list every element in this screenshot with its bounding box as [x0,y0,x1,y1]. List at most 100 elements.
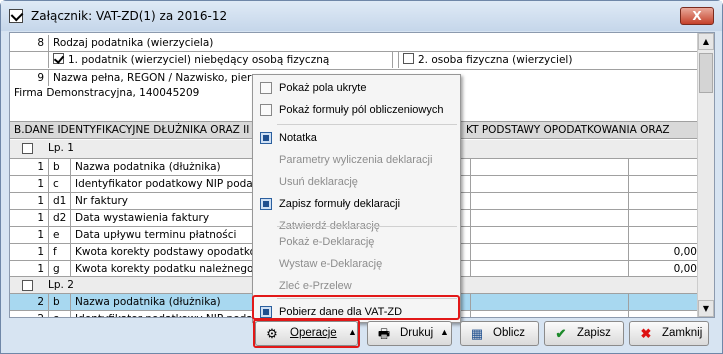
checked-icon [53,53,64,64]
arrow-up-icon: ▲ [440,327,449,337]
drukuj-button[interactable]: 🖶 Drukuj ▲ [367,321,452,346]
checkbox-app-icon [9,9,23,23]
option-2-checkbox[interactable]: 2. osoba fizyczna (wierzyciel) [398,52,572,68]
operations-context-menu: Pokaż pola ukryte Pokaż formuły pól oblic… [252,74,461,323]
row-number: 2 [37,296,44,308]
vertical-scrollbar[interactable]: ▲ ▼ [697,33,714,317]
row-code: b [48,294,70,310]
menu-item-icon [260,104,272,116]
menu-item-label: Pokaż e-Deklarację [279,236,375,248]
scroll-thumb[interactable] [699,53,713,93]
zapisz-button[interactable]: ✔ Zapisz [544,321,624,346]
calculator-icon: ▦ [470,326,484,341]
close-x-icon: ✖ [640,326,652,341]
row-number: 1 [37,229,44,241]
row-number: 1 [37,212,44,224]
row-label: Identyfikator podatkowy NIP podatnik [70,176,266,192]
row-label: Nazwa pełna, REGON / Nazwisko, pierwsz [48,70,271,86]
menu-item-label: Wystaw e-Deklarację [279,258,383,270]
menu-item-label: Usuń deklarację [279,176,358,188]
row-value[interactable] [628,227,700,244]
menu-item-label: Parametry wyliczenia deklaracji [279,154,433,166]
dialog-window: Załącznik: VAT-ZD(1) za 2016-12 X 8 Rodz… [0,0,723,354]
row-label: Nazwa podatnika (dłużnika) [70,159,266,175]
oblicz-button[interactable]: ▦ Oblicz [460,321,539,346]
row-code: b [48,159,70,175]
window-title: Załącznik: VAT-ZD(1) za 2016-12 [31,9,228,23]
printer-icon: 🖶 [377,326,391,341]
menu-item-notatka[interactable]: Notatka [253,127,460,149]
row-number: 1 [37,161,44,173]
row-code: d1 [48,193,70,209]
menu-separator [277,226,457,227]
row-code: c [48,311,70,317]
drukuj-label: Drukuj [400,327,434,339]
menu-item-poka-pola-ukryte[interactable]: Pokaż pola ukryte [253,77,460,99]
menu-item-zle-e-przelew: Zleć e-Przelew [253,275,460,297]
oblicz-label: Oblicz [493,327,525,339]
menu-item-poka-e-deklaracj-: Pokaż e-Deklarację [253,231,460,253]
row-number: 1 [37,246,44,258]
lp1-label: Lp. 1 [48,142,74,154]
row-label: Nazwa podatnika (dłużnika) [70,294,266,310]
row-input[interactable] [470,193,628,210]
menu-item-icon [260,198,272,210]
row-label: Data upływu terminu płatności [70,227,266,243]
form-row-8-options: 1. podatnik (wierzyciel) niebędący osobą… [10,51,700,69]
row-value[interactable] [628,210,700,227]
row-label: Kwota korekty podstawy opodatkowar [70,244,266,260]
highlight-box [252,295,460,320]
row-value[interactable] [628,193,700,210]
highlight-box [253,319,360,348]
row-input[interactable] [470,159,628,176]
option-1-label: 1. podatnik (wierzyciel) niebędący osobą… [68,54,330,66]
section-b-title: B.DANE IDENTYFIKACYJNE DŁUŻNIKA ORAZ II [14,124,250,136]
menu-item-label: Zapisz formuły deklaracji [279,198,401,210]
company-name-value: Firma Demonstracyjna, 140045209 [14,87,200,99]
lp2-checkbox[interactable] [22,280,33,291]
option-2-label: 2. osoba fizyczna (wierzyciel) [418,54,573,66]
row-number: 1 [37,263,44,275]
row-number: 8 [37,37,44,49]
row-label: Identyfikator podatkowy NIP podatnik [70,311,266,317]
lp1-checkbox[interactable] [22,143,33,154]
menu-item-label: Pokaż formuły pól obliczeniowych [279,104,444,116]
menu-item-label: Pokaż pola ukryte [279,82,367,94]
zapisz-label: Zapisz [577,327,611,339]
row-number: 1 [37,178,44,190]
row-value[interactable] [628,159,700,176]
menu-item-label: Notatka [279,132,317,144]
menu-item-parametry-wyliczenia-deklaracji: Parametry wyliczenia deklaracji [253,149,460,171]
row-value[interactable] [628,176,700,193]
title-bar[interactable]: Załącznik: VAT-ZD(1) za 2016-12 X [1,1,722,31]
row-input[interactable] [470,176,628,193]
form-row-8: 8 Rodzaj podatnika (wierzyciela) [10,35,700,51]
row-value[interactable] [628,311,700,317]
scroll-down-icon[interactable]: ▼ [698,300,714,317]
row-input[interactable] [470,244,628,261]
row-code: e [48,227,70,243]
row-code: f [48,244,70,260]
option-1-checkbox[interactable]: 1. podatnik (wierzyciel) niebędący osobą… [48,52,393,68]
menu-item-zapisz-formu-y-deklaracji[interactable]: Zapisz formuły deklaracji [253,193,460,215]
row-value[interactable] [628,294,700,311]
lp2-label: Lp. 2 [48,279,74,291]
row-label: Rodzaj podatnika (wierzyciela) [48,35,213,51]
row-input[interactable] [470,210,628,227]
menu-item-icon [260,82,272,94]
row-value[interactable]: 0,00 [628,244,700,261]
row-input[interactable] [470,294,628,311]
row-number: 9 [37,72,44,84]
row-code: g [48,261,70,277]
checkmark-icon: ✔ [555,326,567,341]
scroll-up-icon[interactable]: ▲ [698,33,714,50]
menu-separator [277,124,457,125]
unchecked-icon [403,53,414,64]
zamknij-label: Zamknij [662,327,703,339]
menu-item-icon [260,132,272,144]
row-input[interactable] [470,227,628,244]
zamknij-button[interactable]: ✖ Zamknij [629,321,709,346]
row-input[interactable] [470,311,628,317]
menu-item-poka-formu-y-p-l-obliczeniowych[interactable]: Pokaż formuły pól obliczeniowych [253,99,460,121]
close-button[interactable]: X [680,7,714,25]
